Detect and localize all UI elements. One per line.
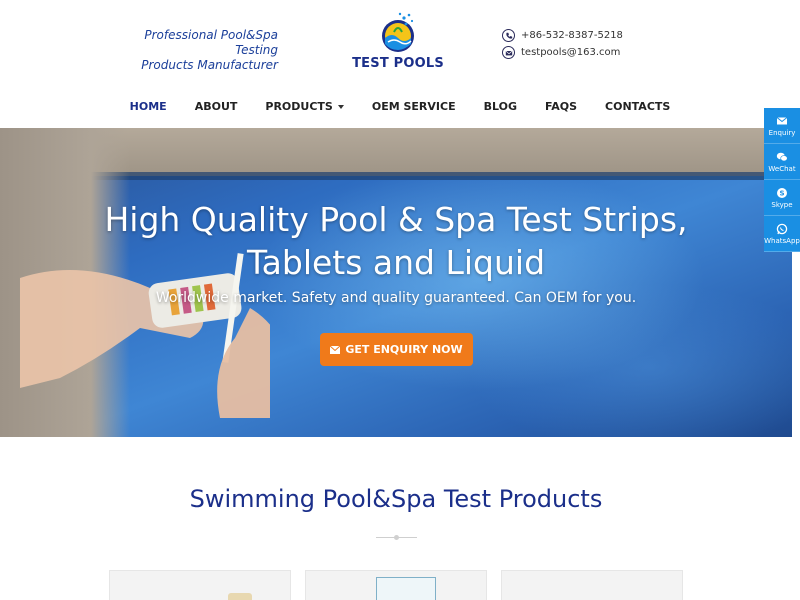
- nav-item-home[interactable]: HOME: [130, 96, 167, 120]
- tagline-line-2: Products Manufacturer: [141, 58, 278, 72]
- sidebar-item-skype[interactable]: S Skype: [764, 180, 800, 216]
- sidebar-item-whatsapp[interactable]: WhatsApp: [764, 216, 800, 252]
- nav-item-contacts[interactable]: CONTACTS: [605, 96, 670, 120]
- sidebar-item-label: Enquiry: [768, 128, 796, 137]
- hero-title-line-1: High Quality Pool & Spa Test Strips,: [104, 200, 688, 239]
- whatsapp-icon: [776, 223, 788, 234]
- product-card[interactable]: [501, 570, 683, 600]
- page: Professional Pool&Spa Testing Products M…: [0, 0, 800, 600]
- nav-item-products[interactable]: PRODUCTS: [265, 96, 344, 120]
- contact-info: +86-532-8387-5218 testpools@163.com: [502, 27, 623, 61]
- section-divider-dot: [394, 535, 399, 540]
- tagline: Professional Pool&Spa Testing Products M…: [108, 28, 278, 73]
- nav-item-label: FAQS: [544, 100, 578, 113]
- phone-row[interactable]: +86-532-8387-5218: [502, 27, 623, 44]
- skype-icon: S: [777, 187, 787, 198]
- product-image: [228, 593, 252, 600]
- sidebar-item-wechat[interactable]: WeChat: [764, 144, 800, 180]
- product-image: [376, 577, 436, 600]
- nav-item-faqs[interactable]: FAQS: [545, 96, 577, 120]
- svg-text:S: S: [779, 189, 784, 197]
- floating-contact-bar: Enquiry WeChat S Skype WhatsApp: [764, 108, 800, 252]
- nav-item-label: BLOG: [483, 100, 517, 113]
- hero-title: High Quality Pool & Spa Test Strips, Tab…: [0, 198, 792, 284]
- envelope-icon: [330, 345, 341, 354]
- nav-item-oem-service[interactable]: OEM SERVICE: [372, 96, 456, 120]
- main-nav: HOME ABOUT PRODUCTS OEM SERVICE BLOG FAQ…: [0, 96, 800, 120]
- logo-text: TEST POOLS: [352, 56, 444, 71]
- hero-title-line-2: Tablets and Liquid: [246, 243, 546, 282]
- product-card[interactable]: [109, 570, 291, 600]
- logo-emblem-icon: [382, 12, 414, 52]
- sidebar-item-enquiry[interactable]: Enquiry: [764, 108, 800, 144]
- product-card[interactable]: [305, 570, 487, 600]
- nav-item-about[interactable]: ABOUT: [195, 96, 238, 120]
- phone-icon: [502, 29, 515, 42]
- get-enquiry-label: GET ENQUIRY NOW: [345, 343, 463, 356]
- hero-subtitle: Worldwide market. Safety and quality gua…: [155, 290, 637, 306]
- nav-item-label: ABOUT: [194, 100, 238, 113]
- email-icon: [502, 46, 515, 59]
- get-enquiry-button[interactable]: GET ENQUIRY NOW: [320, 333, 473, 366]
- product-cards: [109, 570, 685, 600]
- chevron-down-icon: [337, 105, 344, 109]
- section-title: Swimming Pool&Spa Test Products: [189, 485, 603, 513]
- site-header: Professional Pool&Spa Testing Products M…: [0, 0, 800, 90]
- hero-banner: High Quality Pool & Spa Test Strips, Tab…: [0, 128, 792, 437]
- tagline-line-1: Professional Pool&Spa Testing: [144, 28, 278, 57]
- nav-item-label: HOME: [129, 100, 167, 113]
- site-logo[interactable]: TEST POOLS: [352, 10, 444, 80]
- nav-item-blog[interactable]: BLOG: [484, 96, 517, 120]
- wechat-icon: [776, 152, 788, 161]
- email-row[interactable]: testpools@163.com: [502, 44, 623, 61]
- email-address: testpools@163.com: [521, 47, 621, 58]
- phone-number: +86-532-8387-5218: [521, 30, 623, 41]
- nav-item-label: OEM SERVICE: [371, 100, 456, 113]
- nav-item-label: PRODUCTS: [265, 100, 333, 113]
- sidebar-item-label: Skype: [771, 200, 793, 209]
- sidebar-item-label: WeChat: [768, 164, 796, 173]
- sidebar-item-label: WhatsApp: [764, 236, 800, 245]
- nav-item-label: CONTACTS: [605, 100, 671, 113]
- envelope-icon: [776, 116, 788, 124]
